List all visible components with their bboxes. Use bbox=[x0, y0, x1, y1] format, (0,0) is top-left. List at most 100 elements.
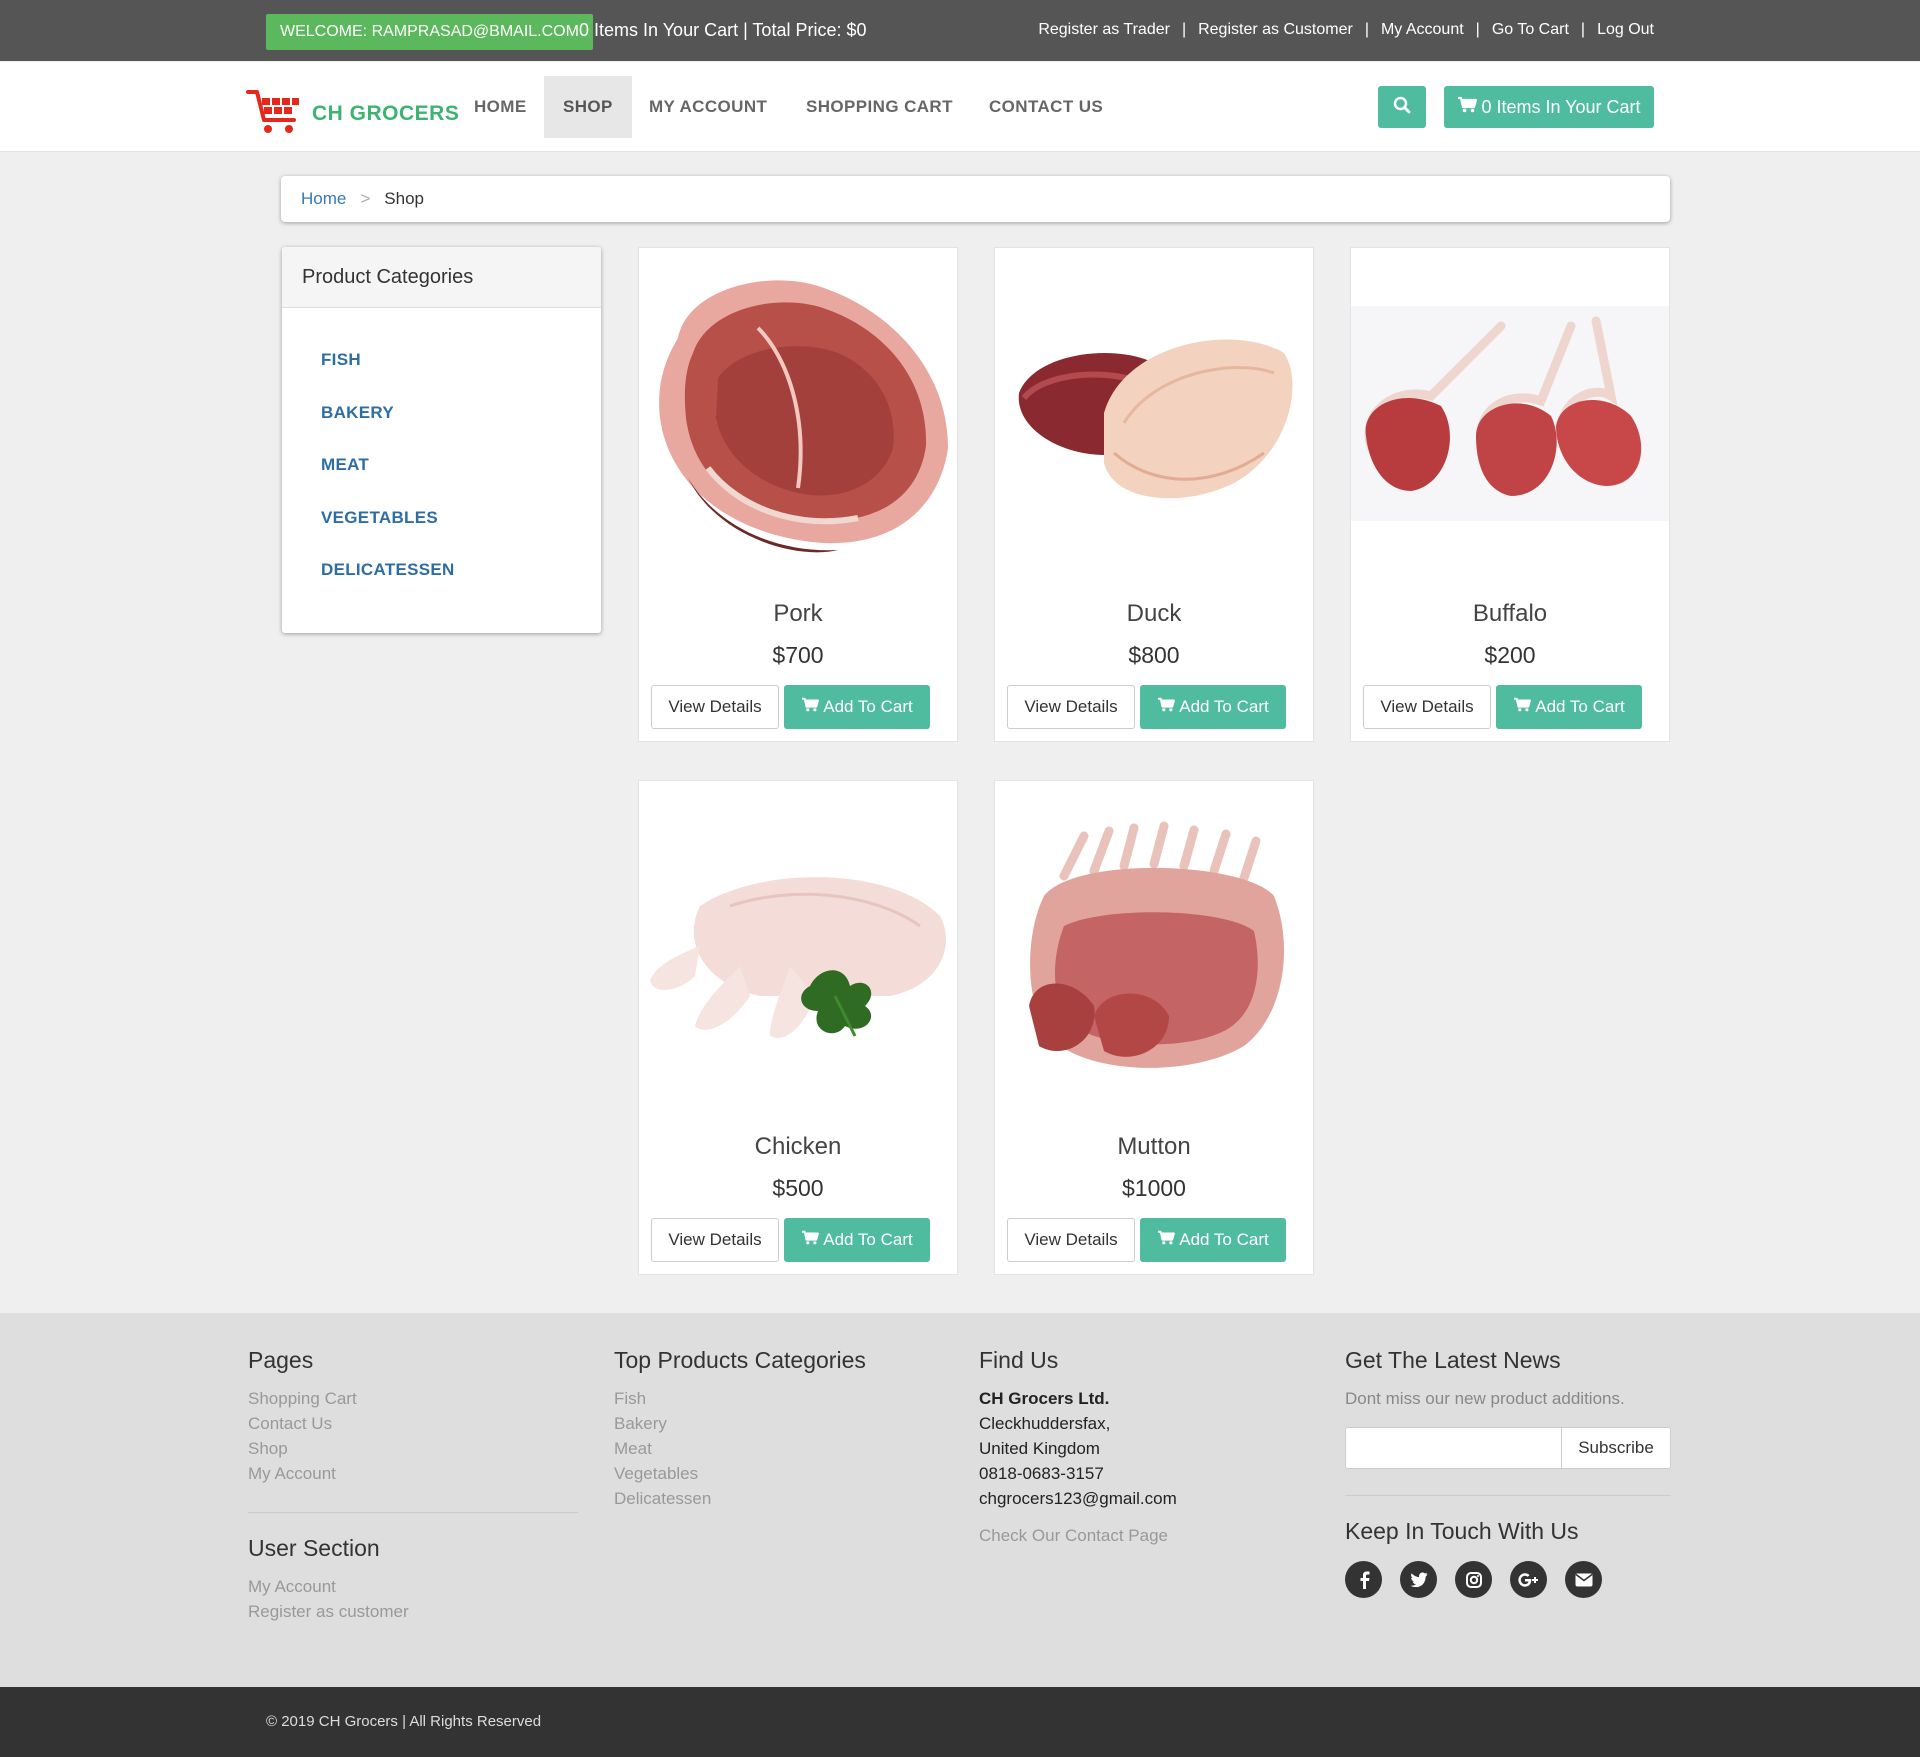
cart-icon bbox=[1457, 96, 1478, 118]
product-name: Duck bbox=[1126, 600, 1182, 627]
product-name: Pork bbox=[773, 600, 823, 627]
category-bakery[interactable]: BAKERY bbox=[282, 392, 601, 445]
breadcrumb-current: Shop bbox=[384, 189, 424, 208]
bottom-bar: © 2019 CH Grocers | All Rights Reserved bbox=[0, 1687, 1920, 1757]
footer-link-register-customer[interactable]: Register as customer bbox=[248, 1599, 578, 1624]
footer-category-delicatessen[interactable]: Delicatessen bbox=[614, 1486, 944, 1511]
instagram-icon[interactable] bbox=[1455, 1561, 1492, 1598]
product-image-pork[interactable] bbox=[639, 248, 957, 578]
footer-user-section-title: User Section bbox=[248, 1535, 380, 1561]
footer-categories-column: Top Products Categories Fish Bakery Meat… bbox=[614, 1347, 944, 1511]
footer-news-title: Get The Latest News bbox=[1345, 1347, 1561, 1373]
category-fish[interactable]: FISH bbox=[282, 339, 601, 392]
my-account-link[interactable]: My Account bbox=[1381, 21, 1464, 39]
product-image-duck[interactable] bbox=[995, 248, 1313, 578]
product-image-mutton[interactable] bbox=[995, 781, 1313, 1111]
separator: | bbox=[1580, 21, 1586, 38]
cart-icon bbox=[1513, 697, 1532, 717]
product-name: Buffalo bbox=[1472, 600, 1548, 627]
category-meat[interactable]: MEAT bbox=[282, 444, 601, 497]
add-to-cart-button[interactable]: Add To Cart bbox=[784, 685, 930, 729]
nav-contact-us[interactable]: CONTACT US bbox=[989, 76, 1103, 138]
view-details-button[interactable]: View Details bbox=[651, 685, 779, 729]
footer-link-shop[interactable]: Shop bbox=[248, 1436, 578, 1461]
product-card: Mutton $1000 View Details Add To Cart bbox=[994, 780, 1314, 1275]
cart-icon bbox=[801, 697, 820, 717]
search-button[interactable] bbox=[1378, 86, 1426, 128]
footer-category-meat[interactable]: Meat bbox=[614, 1436, 944, 1461]
product-card: Pork $700 View Details Add To Cart bbox=[638, 247, 958, 742]
footer-category-bakery[interactable]: Bakery bbox=[614, 1411, 944, 1436]
product-card: Chicken $500 View Details Add To Cart bbox=[638, 780, 958, 1275]
twitter-icon[interactable] bbox=[1400, 1561, 1437, 1598]
category-delicatessen[interactable]: DELICATESSEN bbox=[282, 549, 601, 602]
address-line: United Kingdom bbox=[979, 1439, 1100, 1458]
add-to-cart-label: Add To Cart bbox=[1179, 697, 1269, 716]
subscribe-email-input[interactable] bbox=[1345, 1427, 1562, 1469]
add-to-cart-button[interactable]: Add To Cart bbox=[1496, 685, 1642, 729]
footer-news-column: Get The Latest News Dont miss our new pr… bbox=[1345, 1347, 1671, 1598]
product-card: Buffalo $200 View Details Add To Cart bbox=[1350, 247, 1670, 742]
view-details-button[interactable]: View Details bbox=[1363, 685, 1491, 729]
log-out-link[interactable]: Log Out bbox=[1597, 21, 1654, 39]
product-image-buffalo[interactable] bbox=[1351, 248, 1669, 578]
register-trader-link[interactable]: Register as Trader bbox=[1038, 21, 1170, 39]
separator: | bbox=[1181, 21, 1187, 38]
top-links: Register as Trader | Register as Custome… bbox=[1038, 21, 1654, 39]
go-to-cart-link[interactable]: Go To Cart bbox=[1492, 21, 1569, 39]
contact-page-link[interactable]: Check Our Contact Page bbox=[979, 1523, 1309, 1548]
footer-category-fish[interactable]: Fish bbox=[614, 1386, 944, 1411]
cart-summary: 0 Items In Your Cart | Total Price: $0 bbox=[579, 20, 867, 40]
product-name: Chicken bbox=[754, 1133, 842, 1160]
product-name: Mutton bbox=[1117, 1133, 1191, 1160]
main-navbar: CH GROCERS HOME SHOP MY ACCOUNT SHOPPING… bbox=[0, 62, 1920, 152]
google-plus-icon[interactable] bbox=[1510, 1561, 1547, 1598]
add-to-cart-button[interactable]: Add To Cart bbox=[1140, 685, 1286, 729]
categories-title: Product Categories bbox=[282, 247, 601, 308]
separator: | bbox=[1364, 21, 1369, 38]
category-vegetables[interactable]: VEGETABLES bbox=[282, 497, 601, 550]
nav-shop[interactable]: SHOP bbox=[544, 76, 632, 138]
social-icons bbox=[1345, 1561, 1671, 1598]
add-to-cart-label: Add To Cart bbox=[1535, 697, 1625, 716]
copyright-text: © 2019 CH Grocers | All Rights Reserved bbox=[266, 1713, 542, 1730]
categories-list: FISH BAKERY MEAT VEGETABLES DELICATESSEN bbox=[282, 308, 601, 602]
top-bar: WELCOME: RAMPRASAD@BMAIL.COM 0 Items In … bbox=[0, 0, 1920, 61]
nav-shopping-cart[interactable]: SHOPPING CART bbox=[806, 76, 953, 138]
breadcrumb-home[interactable]: Home bbox=[301, 189, 346, 209]
header-cart-button[interactable]: 0 Items In Your Cart bbox=[1444, 86, 1654, 128]
footer-divider bbox=[1345, 1495, 1671, 1496]
footer-link-my-account[interactable]: My Account bbox=[248, 1461, 578, 1486]
breadcrumb: Home > Shop bbox=[281, 176, 1670, 222]
footer-pages-title: Pages bbox=[248, 1347, 314, 1373]
view-details-button[interactable]: View Details bbox=[651, 1218, 779, 1262]
register-customer-link[interactable]: Register as Customer bbox=[1198, 21, 1353, 39]
nav-home[interactable]: HOME bbox=[472, 76, 529, 138]
nav-my-account[interactable]: MY ACCOUNT bbox=[649, 76, 767, 138]
address-line: Cleckhuddersfax, bbox=[979, 1414, 1111, 1433]
facebook-icon[interactable] bbox=[1345, 1561, 1382, 1598]
add-to-cart-button[interactable]: Add To Cart bbox=[784, 1218, 930, 1262]
view-details-button[interactable]: View Details bbox=[1007, 685, 1135, 729]
email-icon[interactable] bbox=[1565, 1561, 1602, 1598]
phone-number: 0818-0683-3157 bbox=[979, 1464, 1104, 1483]
add-to-cart-button[interactable]: Add To Cart bbox=[1140, 1218, 1286, 1262]
footer-category-vegetables[interactable]: Vegetables bbox=[614, 1461, 944, 1486]
cart-icon bbox=[1157, 697, 1176, 717]
product-image-chicken[interactable] bbox=[639, 781, 957, 1111]
footer-link-contact-us[interactable]: Contact Us bbox=[248, 1411, 578, 1436]
footer-link-user-my-account[interactable]: My Account bbox=[248, 1574, 578, 1599]
view-details-button[interactable]: View Details bbox=[1007, 1218, 1135, 1262]
separator: | bbox=[1475, 21, 1480, 38]
breadcrumb-separator: > bbox=[360, 189, 371, 208]
search-icon bbox=[1393, 96, 1411, 119]
footer-link-shopping-cart[interactable]: Shopping Cart bbox=[248, 1386, 578, 1411]
header-cart-label: 0 Items In Your Cart bbox=[1481, 96, 1641, 117]
email-address: chgrocers123@gmail.com bbox=[979, 1489, 1177, 1508]
subscribe-button[interactable]: Subscribe bbox=[1562, 1427, 1671, 1469]
cart-icon bbox=[801, 1230, 820, 1250]
logo[interactable]: CH GROCERS bbox=[246, 86, 459, 141]
product-card: Duck $800 View Details Add To Cart bbox=[994, 247, 1314, 742]
product-price: $200 bbox=[1484, 642, 1536, 668]
footer-divider bbox=[248, 1512, 578, 1513]
